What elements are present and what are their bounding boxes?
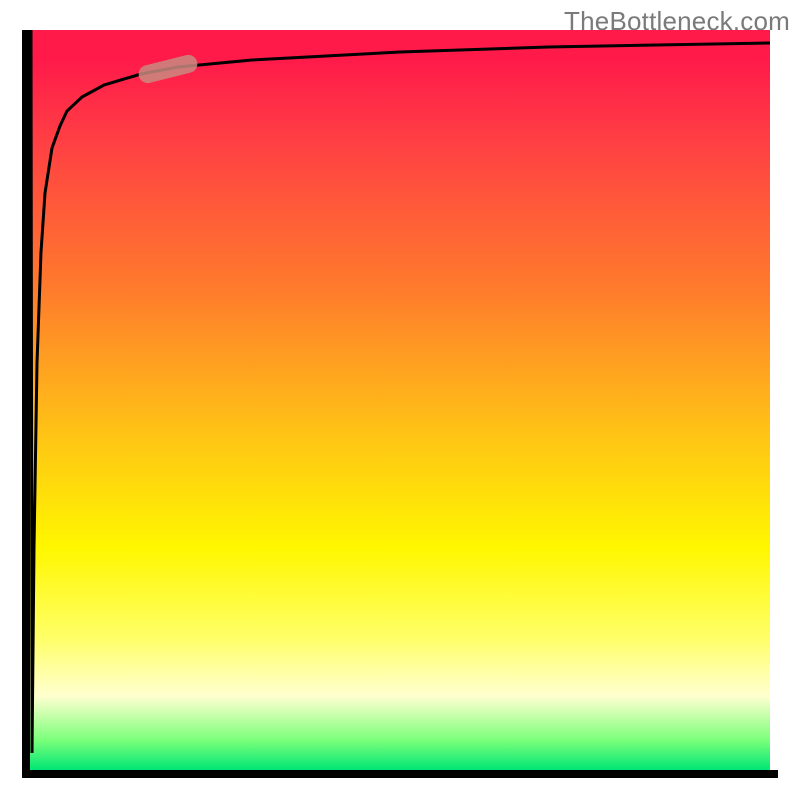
plot-area <box>30 30 770 770</box>
chart-stage: TheBottleneck.com <box>0 0 800 800</box>
curve-layer <box>30 30 770 770</box>
curve-marker <box>137 53 200 85</box>
y-axis <box>22 30 30 778</box>
x-axis <box>22 770 778 778</box>
bottleneck-curve-path <box>31 30 770 753</box>
